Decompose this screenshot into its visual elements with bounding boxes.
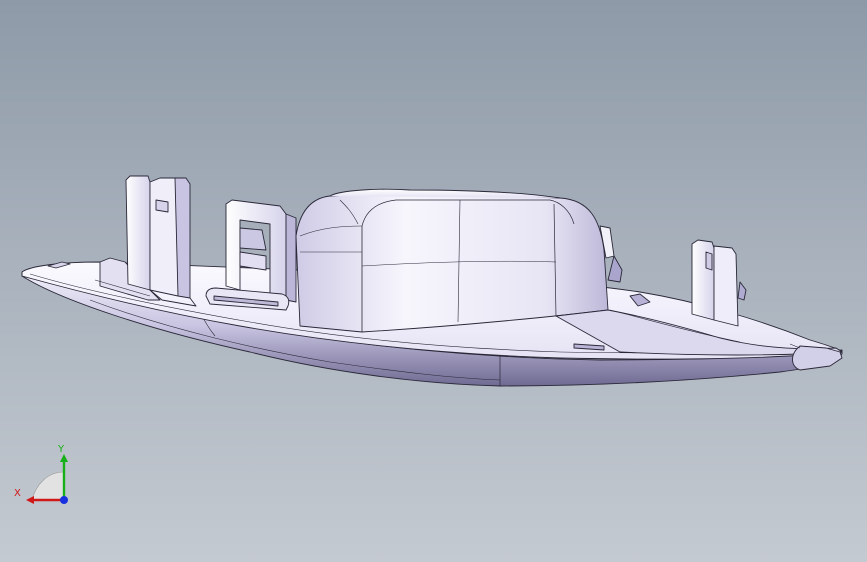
z-axis-dot — [60, 496, 68, 504]
y-axis-arrowhead — [60, 454, 68, 462]
right-post — [691, 239, 715, 321]
coordinate-triad-icon: X Y — [14, 444, 68, 504]
left-post — [125, 175, 151, 291]
y-axis-label: Y — [57, 444, 65, 455]
triad-plane — [31, 471, 65, 501]
part-model[interactable] — [0, 0, 867, 562]
x-axis-arrowhead — [26, 496, 34, 504]
3d-graphics-viewport[interactable]: X Y — [0, 0, 867, 562]
x-axis-label: X — [14, 488, 21, 499]
